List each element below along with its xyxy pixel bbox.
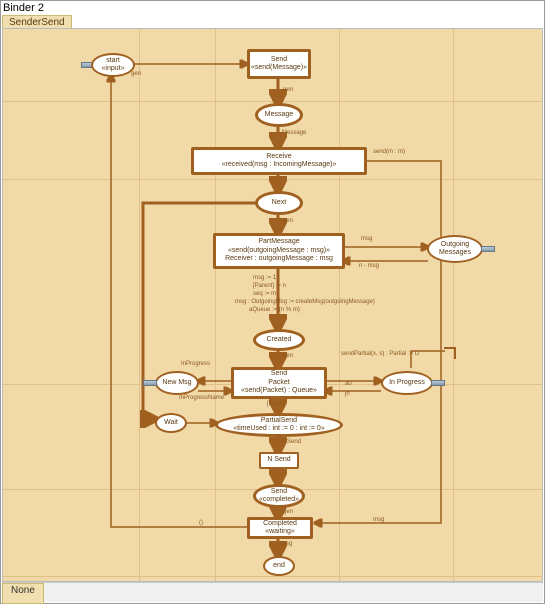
node-receive[interactable]: Receive «received(msg : IncomingMessage)… <box>191 147 367 175</box>
edge-label: msg <box>281 541 292 547</box>
edge-label: [Es,m] <box>267 401 284 407</box>
footer: None <box>2 582 543 602</box>
edge-label: sendPartial(x, s) : Partial := D <box>341 351 419 357</box>
code-line: msg := 1 <box>253 275 276 281</box>
node-title: Receive <box>266 153 291 161</box>
node-start[interactable]: start «input» <box>91 53 135 77</box>
node-completed[interactable]: Completed «waiting» <box>247 517 313 539</box>
edge-label: gen <box>131 71 141 77</box>
node-sub2: «send(Packet) : Queue» <box>241 387 317 395</box>
node-title: Send <box>271 370 287 378</box>
node-title: Created <box>267 336 292 344</box>
node-title: In Progress <box>389 379 425 387</box>
node-nsend[interactable]: N Send <box>259 452 299 469</box>
node-title: Message <box>265 111 293 119</box>
code-line: msg : OutgoingMsg := createMsg(outgoingM… <box>235 299 375 305</box>
edge-label: jn <box>345 391 350 397</box>
node-inprogress[interactable]: In Progress <box>381 371 433 395</box>
node-title: Send <box>271 56 287 64</box>
node-outgoing[interactable]: Outgoing Messages <box>427 235 483 263</box>
node-title: Next <box>272 199 286 207</box>
node-wait[interactable]: Wait <box>155 413 187 433</box>
edge-label: gen <box>283 218 293 224</box>
edge-label: N Send <box>281 439 301 445</box>
node-title: N Send <box>267 456 290 464</box>
edge-label: n - msg <box>359 263 379 269</box>
node-sub: «timeUsed : int := 0 : int := 0» <box>233 425 324 433</box>
node-sub: Messages <box>439 249 471 257</box>
code-line: seq := m <box>253 291 276 297</box>
edge-label: msg <box>373 517 384 523</box>
node-partialsend[interactable]: PartialSend «timeUsed : int := 0 : int :… <box>215 413 343 437</box>
edge-label: InProgressName <box>179 395 224 401</box>
node-title: start <box>106 57 120 65</box>
node-title: end <box>273 562 285 570</box>
node-next[interactable]: Next <box>255 191 303 215</box>
node-sub: «completed» <box>259 496 299 504</box>
edge-label: gen <box>283 353 293 359</box>
node-title: PartMessage <box>258 238 299 246</box>
diagram-canvas[interactable]: start «input» gen Send «send(Message)» g… <box>2 28 543 582</box>
edge-label: gen <box>283 509 293 515</box>
node-title: Outgoing <box>441 241 469 249</box>
node-title: PartialSend <box>261 417 297 425</box>
footer-tab-none[interactable]: None <box>2 583 44 604</box>
edge-label: () <box>199 520 203 526</box>
node-sub2: Receiver : outgoingMessage : msg <box>225 255 333 263</box>
flag-d <box>444 347 456 359</box>
edge-label: InProgress <box>181 361 210 367</box>
port <box>431 380 445 386</box>
port <box>143 380 157 386</box>
node-title: Completed <box>263 520 297 528</box>
node-end[interactable]: end <box>263 556 295 576</box>
node-send3[interactable]: Send «completed» <box>253 484 305 508</box>
node-created[interactable]: Created <box>253 329 305 351</box>
edge-label: Message <box>282 130 306 136</box>
node-send[interactable]: Send «send(Message)» <box>247 49 311 79</box>
port <box>481 246 495 252</box>
node-message[interactable]: Message <box>255 103 303 127</box>
node-sub: «send(Message)» <box>251 64 307 72</box>
node-send2[interactable]: Send Packet «send(Packet) : Queue» <box>231 367 327 399</box>
node-title: Wait <box>164 419 178 427</box>
node-sub: «send(outgoingMessage : msg)» <box>228 247 330 255</box>
window-title: Binder 2 <box>3 2 44 14</box>
edge-label: msg <box>361 236 372 242</box>
app-frame: Binder 2 SenderSend <box>0 0 545 604</box>
node-title: Send <box>271 488 287 496</box>
code-line: aQueue := (n % m) <box>249 307 300 313</box>
code-line: [Parent] := n <box>253 283 286 289</box>
node-sub: «waiting» <box>265 528 295 536</box>
edge-label: a0 <box>345 381 352 387</box>
node-sub: «received(msg : IncomingMessage)» <box>222 161 337 169</box>
node-sub: Packet <box>268 379 289 387</box>
node-title: New Msg <box>162 379 191 387</box>
edge-label: send(m : m) <box>373 149 405 155</box>
node-partmessage[interactable]: PartMessage «send(outgoingMessage : msg)… <box>213 233 345 269</box>
node-sub: «input» <box>102 65 125 73</box>
node-newmsg[interactable]: New Msg <box>155 371 199 395</box>
edge-label: gen <box>283 87 293 93</box>
